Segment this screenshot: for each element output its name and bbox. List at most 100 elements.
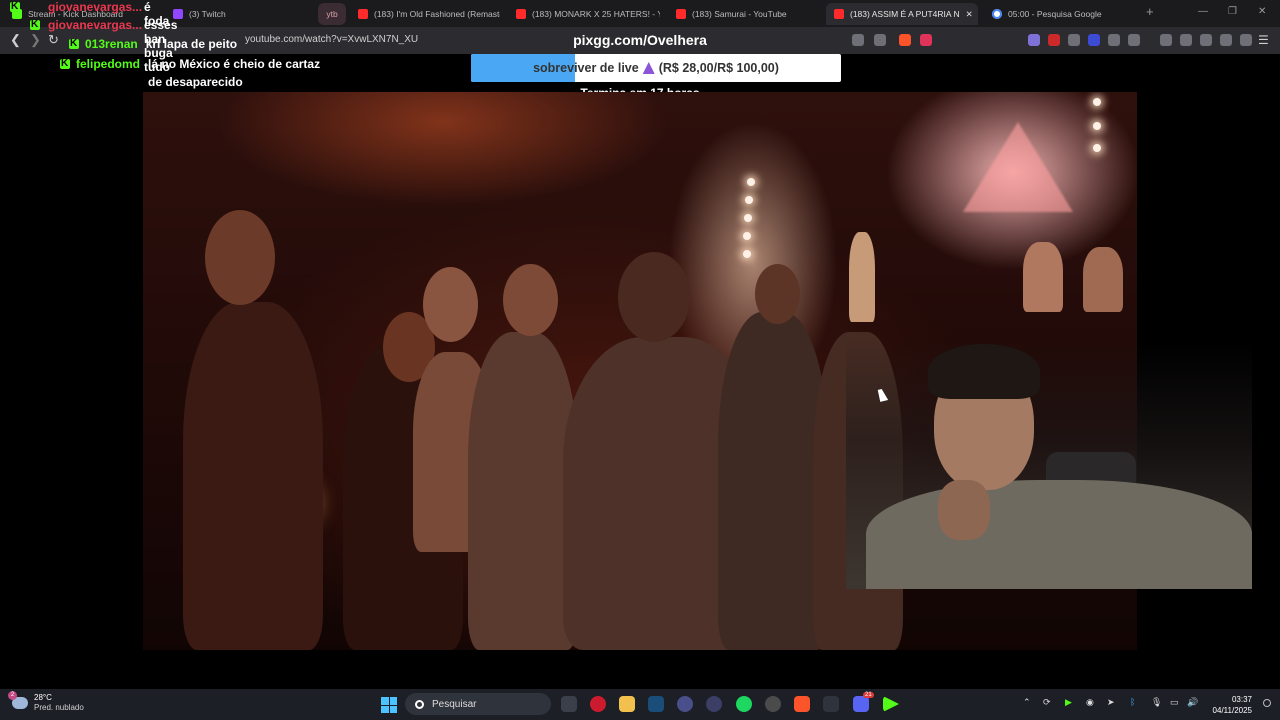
crowd-person bbox=[468, 332, 578, 650]
tab-youtube-monark[interactable]: (183) MONARK X 25 HATERS! - You bbox=[508, 3, 660, 25]
tray-app-icon[interactable]: ➤ bbox=[1107, 697, 1115, 708]
weather-widget[interactable]: 2 28°C Pred. nublado bbox=[8, 691, 84, 713]
app-icon[interactable] bbox=[706, 696, 722, 712]
clock-time: 03:37 bbox=[1231, 695, 1252, 704]
tab-google-search[interactable]: 05:00 - Pesquisa Google bbox=[984, 3, 1134, 25]
google-icon bbox=[992, 9, 1002, 19]
tab-youtube-samurai[interactable]: (183) Samurai - YouTube bbox=[668, 3, 818, 25]
tray-app-icon[interactable]: ◉ bbox=[1086, 697, 1094, 708]
kick-badge-icon bbox=[69, 37, 79, 51]
start-button[interactable] bbox=[381, 697, 397, 713]
file-explorer-icon[interactable] bbox=[619, 696, 635, 712]
clock-date: 04/11/2025 bbox=[1212, 706, 1252, 715]
system-clock[interactable]: 03:37 04/11/2025 bbox=[1208, 694, 1252, 716]
weather-badge: 2 bbox=[8, 691, 17, 700]
youtube-icon bbox=[834, 9, 844, 19]
crowd-person-head bbox=[503, 264, 558, 336]
microphone-icon[interactable]: 🎙 bbox=[1151, 697, 1162, 708]
kick-tray-icon[interactable]: ▶ bbox=[1065, 697, 1072, 708]
tab-group-ytb[interactable]: ytb bbox=[318, 3, 346, 25]
light-bulb bbox=[747, 178, 755, 186]
brave-icon[interactable] bbox=[794, 696, 810, 712]
restore-icon[interactable]: ❐ bbox=[1228, 6, 1237, 17]
taskbar-search[interactable]: Pesquisar bbox=[405, 693, 551, 715]
crowd-person bbox=[718, 312, 828, 650]
show-hidden-icons[interactable]: ⌃ bbox=[1023, 697, 1031, 708]
spotify-icon[interactable] bbox=[736, 696, 752, 712]
crowd-person-head bbox=[423, 267, 478, 342]
discord-icon[interactable] bbox=[853, 696, 869, 712]
chat-username: giovanevargas... bbox=[48, 18, 143, 32]
tab-title: (183) Samurai - YouTube bbox=[692, 9, 787, 19]
light-bulb bbox=[1093, 98, 1101, 106]
light-bulb bbox=[743, 232, 751, 240]
tab-title: (3) Twitch bbox=[189, 9, 226, 19]
dancer-on-stage bbox=[1083, 247, 1123, 312]
new-tab-button[interactable]: + bbox=[1146, 4, 1154, 19]
streamer-webcam bbox=[846, 340, 1252, 589]
donation-goal-bar: sobreviver de live (R$ 28,00/R$ 100,00) bbox=[471, 54, 841, 82]
app-icon[interactable] bbox=[677, 696, 693, 712]
notification-icon[interactable] bbox=[1263, 699, 1271, 707]
tab-group-label: ytb bbox=[326, 9, 338, 19]
crowd-person-head bbox=[755, 264, 800, 324]
light-bulb bbox=[1093, 122, 1101, 130]
discord-badge: 21 bbox=[863, 692, 874, 698]
tab-title: (183) I'm Old Fashioned (Remastere bbox=[374, 9, 500, 19]
goal-label: sobreviver de live bbox=[533, 61, 639, 75]
kick-app-icon[interactable] bbox=[883, 696, 899, 712]
weather-temp: 28°C bbox=[34, 693, 52, 702]
light-bulb bbox=[744, 214, 752, 222]
minimize-icon[interactable]: — bbox=[1198, 6, 1208, 17]
task-view-icon[interactable] bbox=[561, 696, 577, 712]
search-placeholder: Pesquisar bbox=[432, 698, 477, 710]
download-icon[interactable] bbox=[823, 696, 839, 712]
neon-triangle-light bbox=[963, 122, 1073, 212]
chat-message: giovanevargas... é foda bbox=[10, 0, 169, 28]
weather-condition: Pred. nublado bbox=[34, 703, 84, 712]
dancer-on-stage bbox=[849, 232, 875, 322]
streamer-body bbox=[866, 480, 1252, 589]
youtube-icon bbox=[358, 9, 368, 19]
light-bulb bbox=[745, 196, 753, 204]
tab-youtube-old-fashioned[interactable]: (183) I'm Old Fashioned (Remastere bbox=[350, 3, 500, 25]
youtube-icon bbox=[516, 9, 526, 19]
crowd-person bbox=[183, 302, 323, 650]
tab-youtube-active[interactable]: (183) ASSIM É A PUT4RIA N ✕ bbox=[826, 3, 978, 25]
chat-message: 013renan krl lapa de peito bbox=[69, 37, 237, 51]
volume-icon[interactable]: 🔊 bbox=[1187, 697, 1198, 708]
sync-icon[interactable]: ⟳ bbox=[1043, 697, 1051, 708]
youtube-icon bbox=[676, 9, 686, 19]
crowd-person-head bbox=[618, 252, 690, 342]
close-tab-icon[interactable]: ✕ bbox=[966, 9, 973, 20]
chat-message: giovanevargas... esses ban buga tudo bbox=[30, 18, 177, 74]
tab-twitch[interactable]: (3) Twitch bbox=[165, 3, 310, 25]
chat-message: felipedomd lá no México é cheio de carta… bbox=[60, 57, 323, 91]
tab-title: (183) MONARK X 25 HATERS! - You bbox=[532, 9, 660, 19]
bluetooth-icon[interactable]: ᛒ bbox=[1130, 697, 1135, 707]
kick-badge-icon bbox=[60, 57, 70, 71]
goal-text: sobreviver de live (R$ 28,00/R$ 100,00) bbox=[471, 54, 841, 82]
windows-taskbar: 2 28°C Pred. nublado Pesquisar 21 ⌃ ⟳ ▶ … bbox=[0, 689, 1280, 720]
streamer-hair bbox=[928, 344, 1040, 399]
close-window-icon[interactable]: ✕ bbox=[1258, 6, 1266, 17]
chat-username: giovanevargas... bbox=[48, 0, 143, 14]
kick-badge-icon bbox=[10, 0, 20, 14]
kick-badge-icon bbox=[30, 18, 40, 32]
pixgg-icon bbox=[642, 62, 655, 74]
browser-tab-bar: Stream - Kick Dashboard (3) Twitch ytb (… bbox=[0, 0, 1280, 27]
opera-gx-icon[interactable] bbox=[590, 696, 606, 712]
crowd-person-head bbox=[205, 210, 275, 305]
chat-username: 013renan bbox=[85, 37, 138, 51]
app-icon[interactable] bbox=[765, 696, 781, 712]
light-bulb bbox=[1093, 144, 1101, 152]
search-icon bbox=[415, 699, 424, 709]
goal-amount: (R$ 28,00/R$ 100,00) bbox=[658, 61, 779, 75]
steam-icon[interactable] bbox=[648, 696, 664, 712]
network-icon[interactable]: ▭ bbox=[1170, 697, 1179, 708]
tab-title: (183) ASSIM É A PUT4RIA N bbox=[850, 9, 960, 19]
chat-text: lá no México é cheio de cartaz de desapa… bbox=[148, 57, 321, 89]
light-bulb bbox=[743, 250, 751, 258]
streamer-hand bbox=[938, 480, 990, 540]
dancer-on-stage bbox=[1023, 242, 1063, 312]
